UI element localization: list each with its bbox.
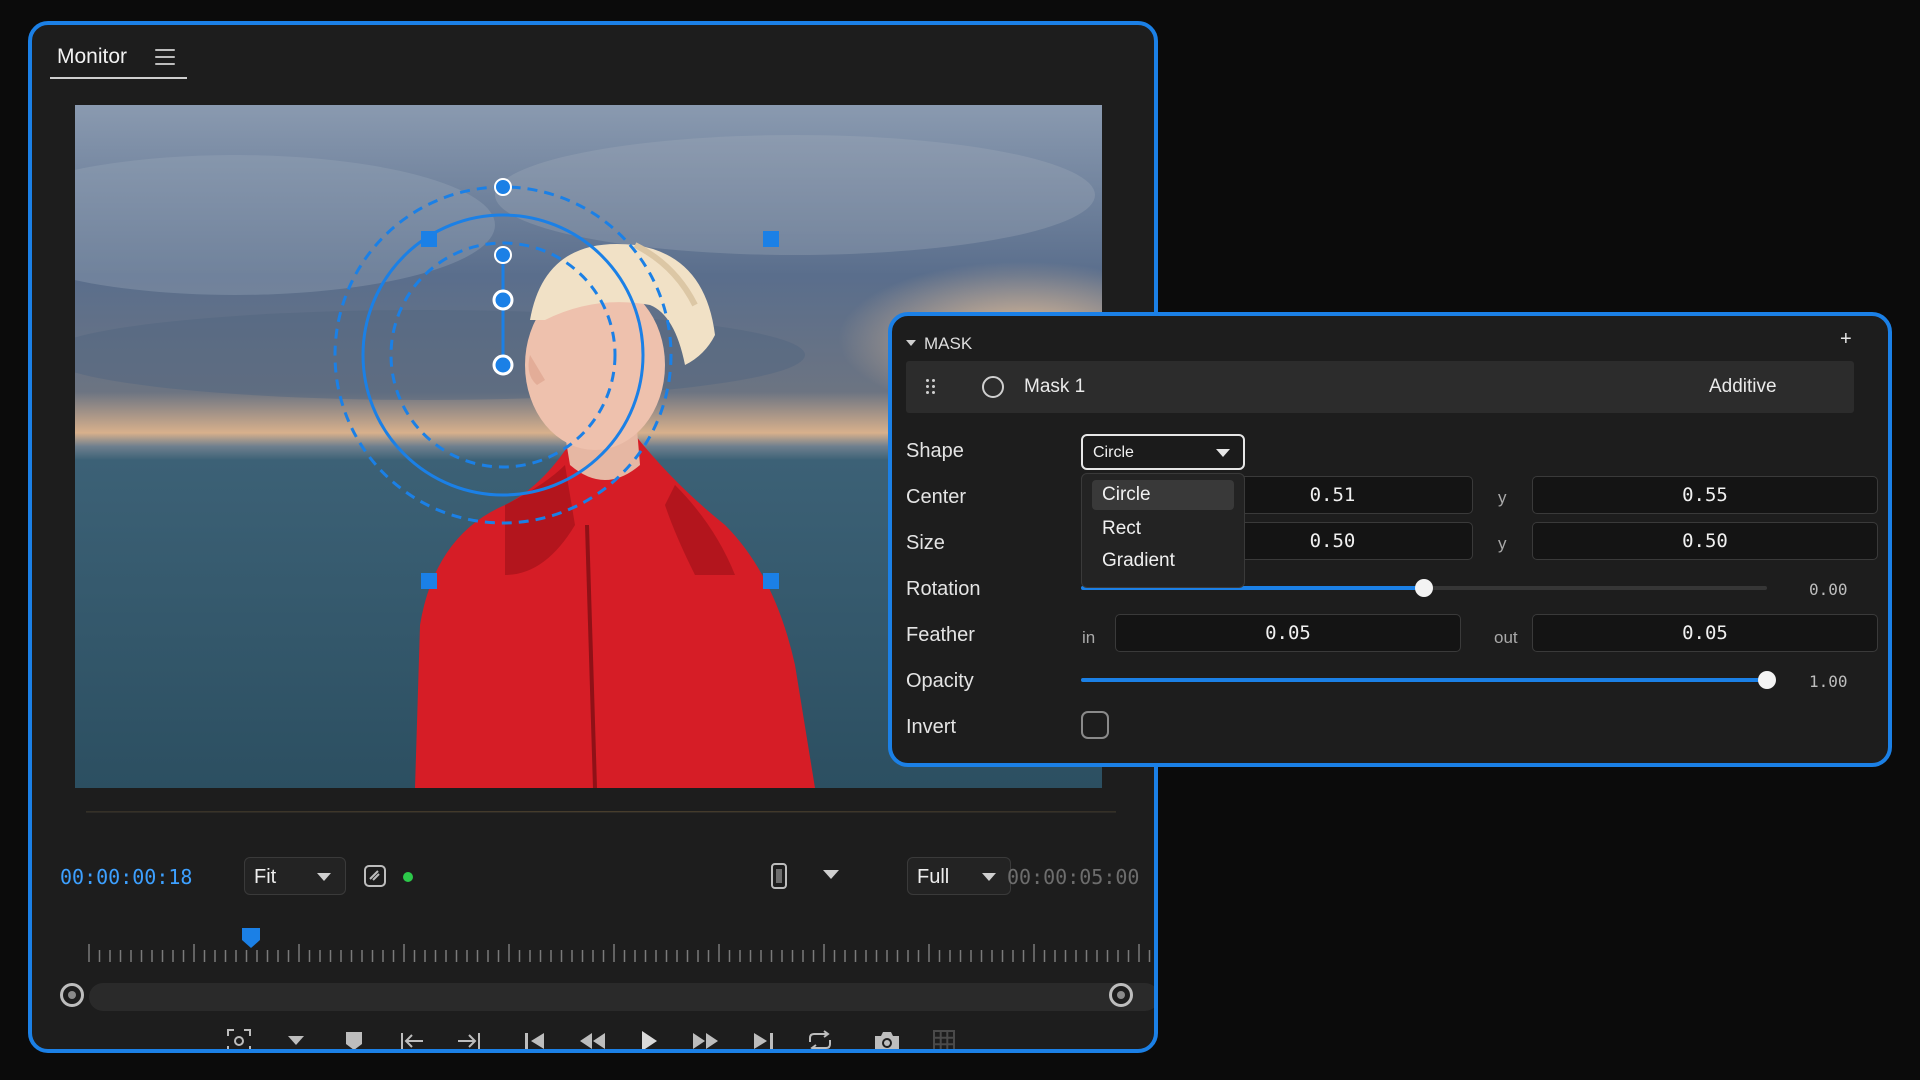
monitor-toolbar: 00:00:00:18 Fit Full 00:00:05:00 xyxy=(48,850,1148,900)
size-y-label: y xyxy=(1498,534,1507,553)
step-forward-icon[interactable] xyxy=(745,1023,781,1049)
mask-name: Mask 1 xyxy=(1024,376,1086,397)
mask-panel: MASK + Mask 1 Additive Shape Circle Circ… xyxy=(888,312,1892,767)
opacity-slider-fill xyxy=(1081,678,1767,682)
chevron-down-icon xyxy=(317,873,331,881)
opacity-value: 1.00 xyxy=(1809,672,1848,691)
chevron-down-icon xyxy=(1216,449,1230,457)
invert-label: Invert xyxy=(906,716,957,738)
mask-header: MASK + xyxy=(906,328,1866,354)
chevron-down-icon xyxy=(982,873,996,881)
feather-out-label: out xyxy=(1494,628,1518,647)
collapse-triangle-icon[interactable] xyxy=(906,340,916,346)
chevron-down-icon[interactable] xyxy=(823,870,839,880)
playhead[interactable] xyxy=(242,928,260,948)
go-to-out-icon[interactable] xyxy=(451,1023,487,1049)
range-start-handle[interactable] xyxy=(60,983,84,1007)
feather-in-label: in xyxy=(1082,628,1096,647)
zoom-range-track[interactable] xyxy=(89,983,1154,1011)
mask-section-title: MASK xyxy=(924,334,973,353)
shape-dropdown[interactable]: Circle xyxy=(1081,434,1245,470)
chevron-down-icon[interactable] xyxy=(278,1023,314,1049)
monitor-title: Monitor xyxy=(57,45,128,68)
shape-label: Shape xyxy=(906,440,964,462)
fast-forward-icon[interactable] xyxy=(688,1023,724,1049)
monitor-header: Monitor xyxy=(50,35,1150,79)
quality-dropdown[interactable]: Full xyxy=(907,857,1011,895)
camera-icon[interactable] xyxy=(869,1023,905,1049)
drag-handle-icon[interactable] xyxy=(926,379,938,395)
zoom-value: Fit xyxy=(254,866,277,888)
safe-margins-icon[interactable] xyxy=(363,864,387,888)
rotation-label: Rotation xyxy=(906,578,981,600)
go-to-in-icon[interactable] xyxy=(394,1023,430,1049)
fullscreen-focus-icon[interactable] xyxy=(221,1023,257,1049)
preview-separator xyxy=(86,811,1116,813)
feather-out-field[interactable]: 0.05 xyxy=(1532,614,1878,652)
circle-shape-icon xyxy=(982,376,1004,398)
play-icon[interactable] xyxy=(631,1023,667,1049)
hamburger-icon[interactable] xyxy=(155,49,175,65)
size-label: Size xyxy=(906,532,945,554)
zoom-dropdown[interactable]: Fit xyxy=(244,857,346,895)
shape-option-circle[interactable]: Circle xyxy=(1092,480,1234,510)
add-mask-button[interactable]: + xyxy=(1840,328,1852,351)
rewind-icon[interactable] xyxy=(574,1023,610,1049)
center-label: Center xyxy=(906,486,967,508)
shape-dropdown-menu: Circle Rect Gradient xyxy=(1081,473,1245,588)
grid-icon[interactable] xyxy=(926,1023,962,1049)
total-timecode: 00:00:05:00 xyxy=(1007,865,1140,889)
shape-selected: Circle xyxy=(1093,444,1134,461)
marker-icon[interactable] xyxy=(336,1023,372,1049)
opacity-slider-handle[interactable] xyxy=(1758,671,1776,689)
shape-option-gradient[interactable]: Gradient xyxy=(1092,546,1234,576)
mask-list-item[interactable]: Mask 1 Additive xyxy=(906,361,1854,413)
rotation-value: 0.00 xyxy=(1809,580,1848,599)
mask-mode[interactable]: Additive xyxy=(1709,376,1777,398)
range-end-handle[interactable] xyxy=(1109,983,1133,1007)
rotation-slider-handle[interactable] xyxy=(1415,579,1433,597)
loop-icon[interactable] xyxy=(802,1023,838,1049)
feather-in-field[interactable]: 0.05 xyxy=(1115,614,1461,652)
size-y-field[interactable]: 0.50 xyxy=(1532,522,1878,560)
shape-option-rect[interactable]: Rect xyxy=(1092,514,1234,544)
tab-monitor[interactable]: Monitor xyxy=(50,35,187,79)
status-dot xyxy=(403,872,413,882)
transport-controls xyxy=(32,1023,1154,1049)
step-back-icon[interactable] xyxy=(517,1023,553,1049)
invert-checkbox[interactable] xyxy=(1081,711,1109,739)
feather-label: Feather xyxy=(906,624,975,646)
center-y-field[interactable]: 0.55 xyxy=(1532,476,1878,514)
opacity-label: Opacity xyxy=(906,670,974,692)
current-timecode[interactable]: 00:00:00:18 xyxy=(60,865,192,889)
center-y-label: y xyxy=(1498,488,1507,507)
quality-value: Full xyxy=(917,866,950,888)
aspect-ratio-icon[interactable] xyxy=(770,862,788,890)
